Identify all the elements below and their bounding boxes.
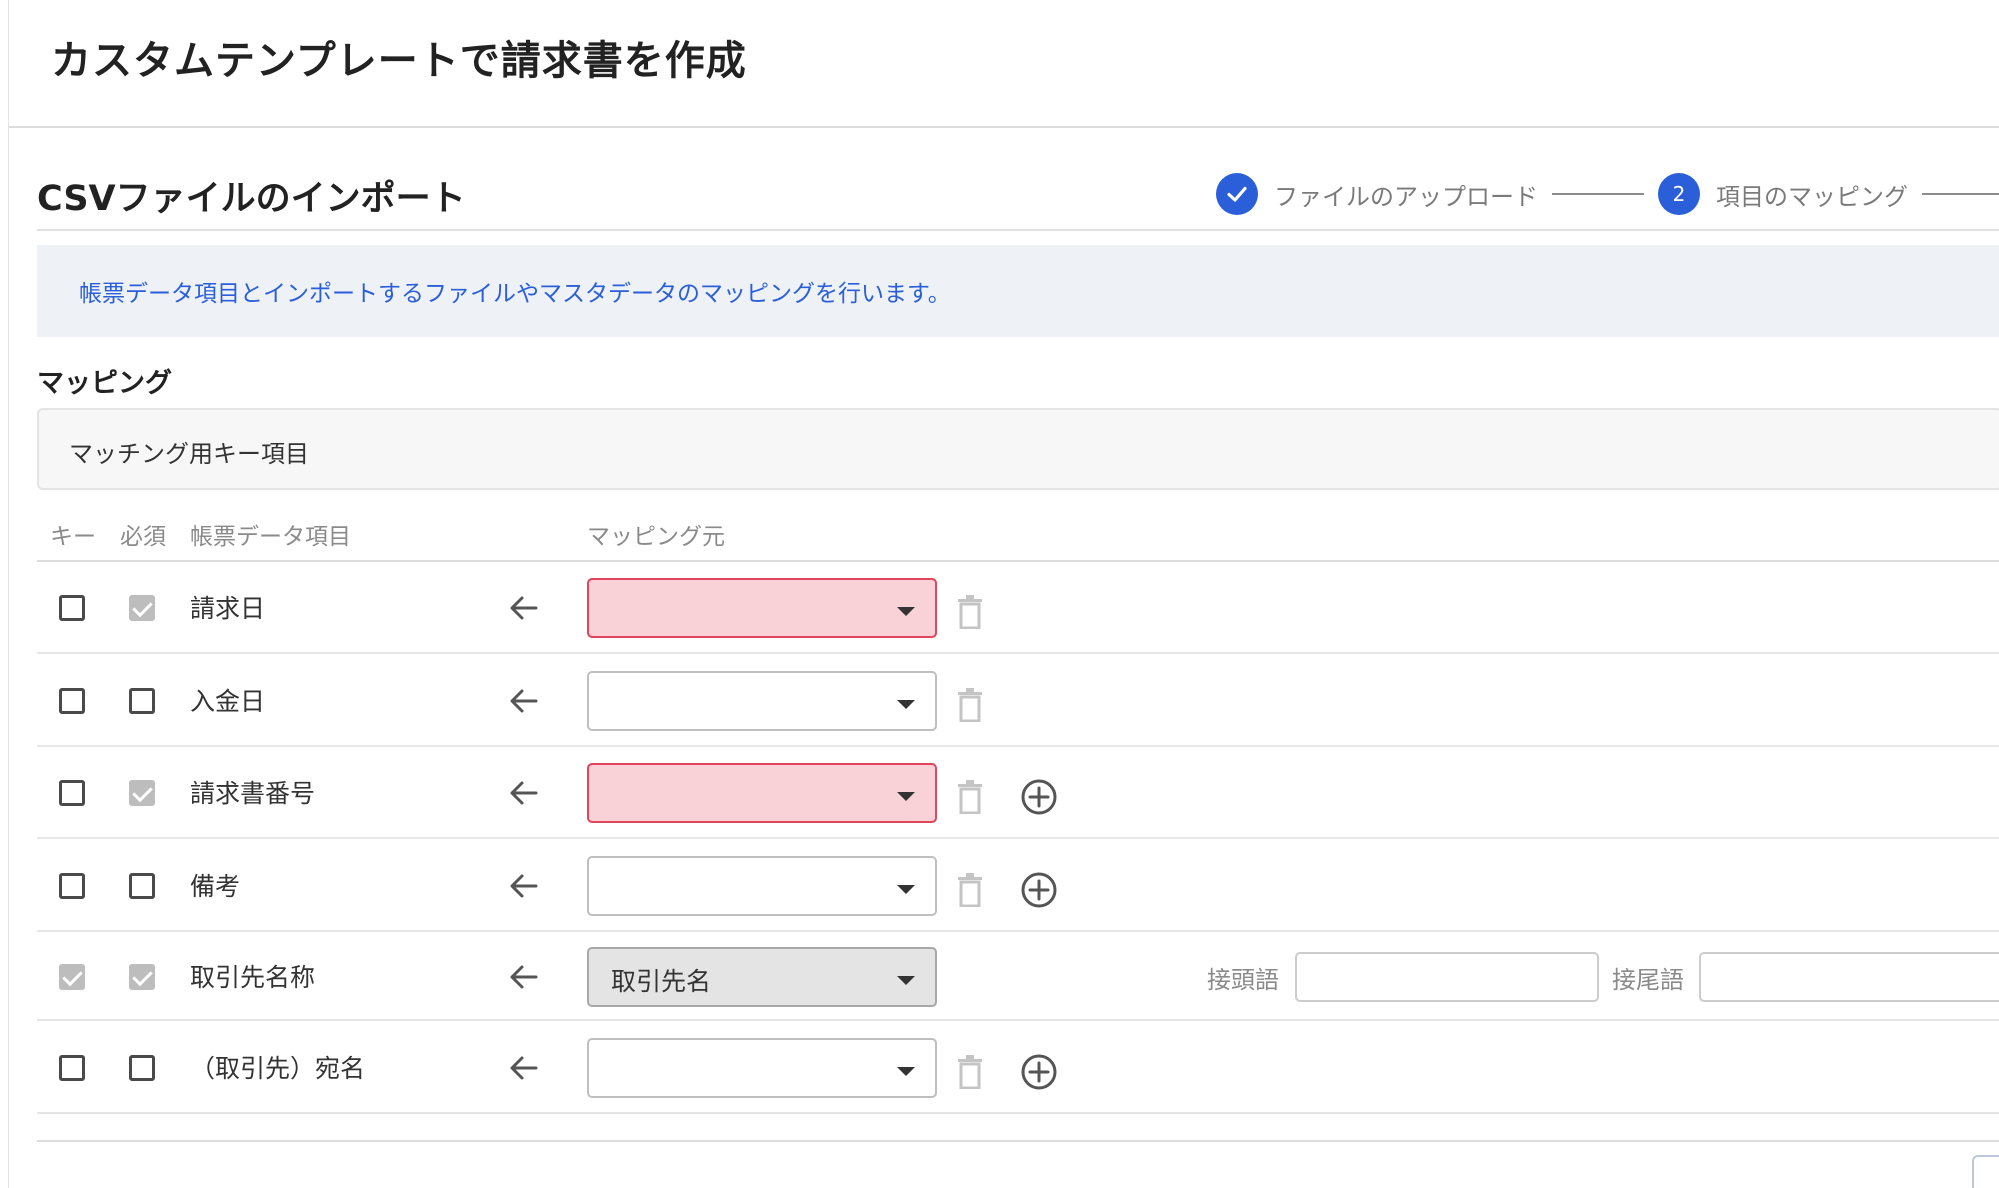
check-icon	[1227, 186, 1247, 202]
footer-button[interactable]	[1972, 1155, 1999, 1188]
suffix-label: 接尾語	[1612, 965, 1684, 994]
mapping-row: 請求書番号	[37, 747, 1999, 839]
required-checkbox[interactable]	[129, 687, 155, 714]
caret-down-icon	[897, 792, 915, 801]
field-label: （取引先）宛名	[190, 1053, 366, 1083]
suffix-input[interactable]	[1699, 951, 1999, 1002]
arrow-left-icon	[507, 591, 541, 625]
matching-key-panel[interactable]: マッチング用キー項目	[37, 408, 1999, 490]
info-banner: 帳票データ項目とインポートするファイルやマスタデータのマッピングを行います。	[37, 245, 1999, 337]
required-checkbox[interactable]	[129, 963, 155, 990]
column-header-field: 帳票データ項目	[190, 524, 351, 550]
key-checkbox[interactable]	[59, 687, 85, 714]
prefix-label: 接頭語	[1207, 965, 1279, 994]
mapping-row: （取引先）宛名	[37, 1021, 1999, 1114]
field-label: 請求書番号	[190, 779, 316, 808]
column-header-key: キー	[50, 524, 96, 550]
trash-icon[interactable]	[957, 595, 983, 630]
mapping-row: 取引先名称 取引先名 接頭語 接尾語	[37, 932, 1999, 1021]
mapping-heading: マッピング	[37, 368, 172, 399]
required-checkbox[interactable]	[129, 872, 155, 899]
key-checkbox[interactable]	[59, 780, 85, 806]
mapping-row: 入金日	[37, 654, 1999, 747]
plus-circle-icon[interactable]	[1020, 778, 1058, 816]
step-label-upload: ファイルのアップロード	[1274, 182, 1538, 211]
key-checkbox[interactable]	[59, 595, 85, 621]
step-current-marker: 2	[1658, 173, 1700, 215]
section-title: CSVファイルのインポート	[37, 179, 466, 219]
required-checkbox[interactable]	[129, 595, 155, 621]
arrow-left-icon	[507, 869, 541, 903]
plus-circle-icon[interactable]	[1020, 871, 1058, 909]
caret-down-icon	[897, 1066, 915, 1076]
source-select[interactable]	[587, 578, 937, 638]
step-connector	[1552, 193, 1644, 195]
page-header: カスタムテンプレートで請求書を作成	[9, 0, 1999, 128]
arrow-left-icon	[507, 1051, 541, 1085]
source-select[interactable]: 取引先名	[587, 946, 937, 1007]
source-select[interactable]	[587, 855, 937, 916]
key-checkbox[interactable]	[59, 1054, 85, 1081]
caret-down-icon	[897, 699, 915, 709]
field-label: 入金日	[190, 686, 266, 716]
source-select[interactable]	[587, 1037, 937, 1098]
section-divider	[37, 229, 1999, 231]
source-select[interactable]	[587, 670, 937, 731]
column-header-source: マッピング元	[587, 524, 725, 550]
required-checkbox[interactable]	[129, 780, 155, 806]
key-checkbox[interactable]	[59, 872, 85, 899]
trash-icon[interactable]	[957, 687, 983, 722]
stepper: ファイルのアップロード 2 項目のマッピング	[1216, 172, 1999, 216]
source-select[interactable]	[587, 763, 937, 823]
source-select-value: 取引先名	[611, 966, 712, 996]
matching-key-panel-title: マッチング用キー項目	[69, 440, 309, 468]
plus-circle-icon[interactable]	[1020, 1053, 1058, 1091]
caret-down-icon	[897, 884, 915, 894]
field-label: 取引先名称	[190, 962, 316, 992]
prefix-input[interactable]	[1295, 951, 1599, 1002]
step-complete-marker	[1216, 173, 1258, 215]
step-connector	[1922, 193, 1999, 195]
arrow-left-icon	[507, 684, 541, 718]
footer-divider	[37, 1140, 1999, 1142]
arrow-left-icon	[507, 960, 541, 994]
info-message: 帳票データ項目とインポートするファイルやマスタデータのマッピングを行います。	[79, 281, 951, 307]
page-title: カスタムテンプレートで請求書を作成	[51, 38, 747, 84]
column-header-required: 必須	[120, 524, 166, 550]
field-label: 請求日	[190, 594, 266, 623]
mapping-row: 請求日	[37, 562, 1999, 654]
key-checkbox[interactable]	[59, 963, 85, 990]
step-label-mapping: 項目のマッピング	[1716, 182, 1908, 211]
caret-down-icon	[897, 607, 915, 616]
trash-icon[interactable]	[957, 872, 983, 907]
trash-icon[interactable]	[957, 1054, 983, 1089]
required-checkbox[interactable]	[129, 1054, 155, 1081]
trash-icon[interactable]	[957, 780, 983, 815]
left-border	[8, 0, 9, 1188]
arrow-left-icon	[507, 776, 541, 810]
caret-down-icon	[897, 975, 915, 985]
mapping-row: 備考	[37, 839, 1999, 932]
field-label: 備考	[190, 871, 241, 901]
